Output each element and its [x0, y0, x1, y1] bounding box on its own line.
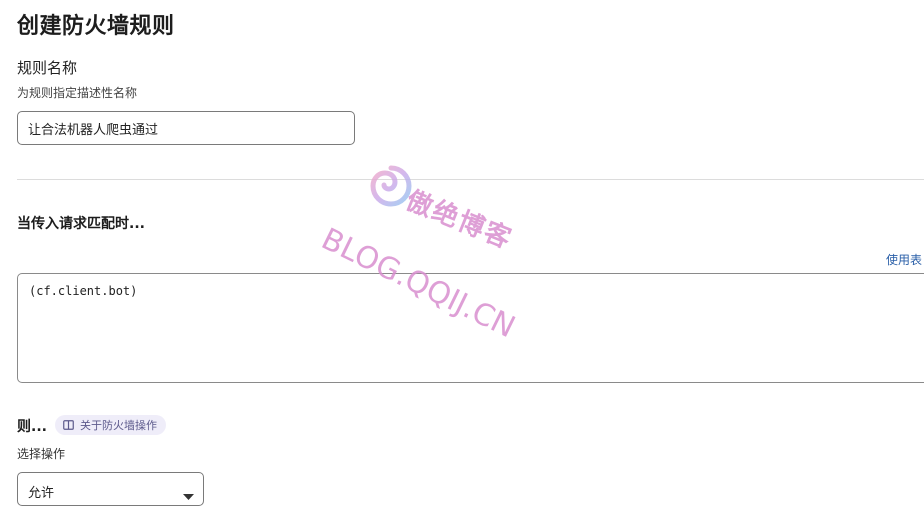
- match-section-heading: 当传入请求匹配时...: [17, 216, 145, 232]
- firewall-actions-docs-badge[interactable]: 关于防火墙操作: [55, 415, 166, 435]
- docs-badge-label: 关于防火墙操作: [80, 419, 157, 432]
- action-select[interactable]: 允许: [17, 472, 204, 506]
- book-icon: [63, 420, 74, 430]
- expression-editor[interactable]: (cf.client.bot): [17, 273, 924, 383]
- action-select-value: 允许: [28, 486, 55, 501]
- rule-name-input[interactable]: [17, 111, 355, 145]
- page-title: 创建防火墙规则: [17, 14, 175, 39]
- rule-name-help-text: 为规则指定描述性名称: [17, 86, 138, 100]
- rule-name-label: 规则名称: [17, 59, 78, 77]
- section-divider: [17, 179, 924, 180]
- create-firewall-rule-page: 创建防火墙规则 规则名称 为规则指定描述性名称 当传入请求匹配时... 使用表 …: [0, 0, 924, 515]
- caret-down-icon: [183, 486, 194, 505]
- watermark-logo-icon: [369, 164, 413, 212]
- action-section-heading: 则...: [17, 419, 47, 435]
- watermark-brand-cn: 傲绝博客: [401, 185, 517, 256]
- expression-builder-link[interactable]: 使用表: [886, 251, 922, 268]
- action-select-label: 选择操作: [17, 447, 66, 461]
